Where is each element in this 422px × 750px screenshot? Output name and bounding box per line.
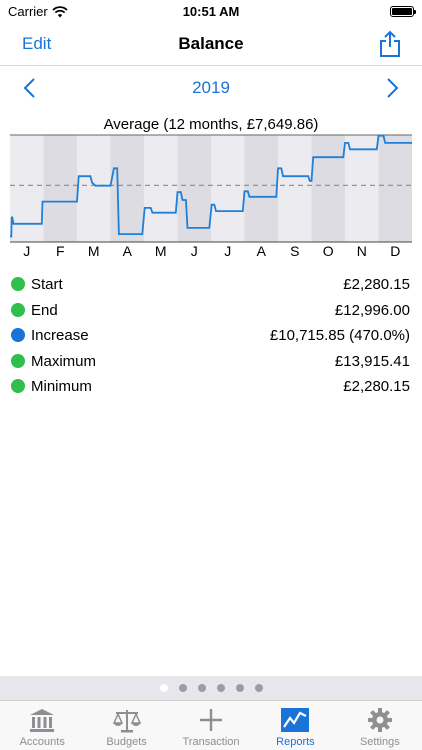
status-dot-icon xyxy=(11,353,25,368)
tab-accounts[interactable]: Accounts xyxy=(0,701,84,750)
stat-label: Increase xyxy=(31,327,89,344)
page-dot[interactable] xyxy=(216,684,225,692)
page-dot[interactable] xyxy=(159,684,168,692)
tab-reports[interactable]: Reports xyxy=(253,701,337,750)
month-band xyxy=(177,135,211,242)
month-tick-label: M xyxy=(88,243,100,259)
stat-value: £2,280.15 xyxy=(343,378,410,395)
share-icon[interactable] xyxy=(378,30,402,58)
navigation-bar: Edit Balance xyxy=(0,24,422,66)
month-tick-label: F xyxy=(56,243,65,259)
month-tick-label: J xyxy=(191,243,198,259)
stats-list: Start £2,280.15 End £12,996.00 Increase £10,7… xyxy=(0,272,422,400)
month-tick-label: A xyxy=(123,243,133,259)
scales-icon xyxy=(112,710,141,733)
page-dot[interactable] xyxy=(235,684,244,692)
month-band xyxy=(244,135,278,242)
month-tick-label: D xyxy=(390,243,400,259)
status-dot-icon xyxy=(11,302,25,317)
stat-row-maximum: Maximum £13,915.41 xyxy=(0,349,422,375)
page-dot[interactable] xyxy=(197,684,206,692)
status-bar: Carrier 10:51 AM xyxy=(0,0,422,24)
balance-chart[interactable]: JFMAMJJASOND xyxy=(10,132,412,260)
tab-transaction[interactable]: Transaction xyxy=(169,701,253,750)
month-band xyxy=(77,135,111,242)
month-tick-label: N xyxy=(357,243,367,259)
stat-label: Minimum xyxy=(31,378,92,395)
month-band xyxy=(345,135,379,242)
year-label[interactable]: 2019 xyxy=(0,78,422,98)
battery-icon xyxy=(390,6,416,17)
tab-label: Transaction xyxy=(182,736,240,748)
stat-value: £10,715.85 (470.0%) xyxy=(269,327,410,344)
stat-label: End xyxy=(31,301,58,319)
month-tick-label: S xyxy=(290,243,299,259)
month-tick-label: J xyxy=(23,243,30,259)
tab-budgets[interactable]: Budgets xyxy=(84,701,168,750)
gear-icon xyxy=(367,708,392,732)
stat-row-end: End £12,996.00 xyxy=(0,298,422,324)
month-tick-label: M xyxy=(155,243,167,259)
page-dot[interactable] xyxy=(254,684,263,692)
stat-value: £12,996.00 xyxy=(334,301,410,319)
stat-row-minimum: Minimum £2,280.15 xyxy=(0,374,422,400)
month-band xyxy=(144,135,178,242)
tab-label: Accounts xyxy=(19,736,65,748)
month-band xyxy=(278,135,312,242)
status-dot-icon xyxy=(11,277,25,291)
month-band xyxy=(378,135,412,242)
page-dot[interactable] xyxy=(178,684,187,692)
status-time: 10:51 AM xyxy=(182,4,240,19)
bank-icon xyxy=(30,709,55,732)
chart-icon xyxy=(281,708,310,732)
tab-label: Reports xyxy=(276,736,315,748)
month-band xyxy=(211,135,245,242)
chevron-right-icon[interactable] xyxy=(382,76,402,100)
month-band xyxy=(43,135,77,242)
plus-icon xyxy=(200,709,223,731)
status-dot-icon xyxy=(11,328,25,342)
tab-label: Budgets xyxy=(106,736,147,748)
month-tick-label: A xyxy=(257,243,267,259)
year-selector: 2019 xyxy=(0,66,422,110)
month-band xyxy=(110,135,144,242)
stat-value: £13,915.41 xyxy=(334,352,410,370)
tab-label: Settings xyxy=(359,736,400,748)
stat-row-increase: Increase £10,715.85 (470.0%) xyxy=(0,323,422,349)
status-dot-icon xyxy=(11,379,25,393)
stat-value: £2,280.15 xyxy=(343,276,410,293)
stat-label: Start xyxy=(31,276,63,293)
page-indicator[interactable] xyxy=(0,676,422,700)
month-band xyxy=(311,135,345,242)
page-title: Balance xyxy=(178,34,244,53)
month-tick-label: J xyxy=(224,243,231,259)
battery-level xyxy=(392,8,412,15)
stat-row-start: Start £2,280.15 xyxy=(0,272,422,298)
chart-title: Average (12 months, £7,649.86) xyxy=(103,116,319,133)
stat-label: Maximum xyxy=(31,352,97,370)
tab-settings[interactable]: Settings xyxy=(338,701,422,750)
tab-bar: Accounts Budgets Transaction Reports Setting… xyxy=(0,700,422,750)
month-tick-label: O xyxy=(323,243,334,259)
month-band xyxy=(10,135,44,242)
